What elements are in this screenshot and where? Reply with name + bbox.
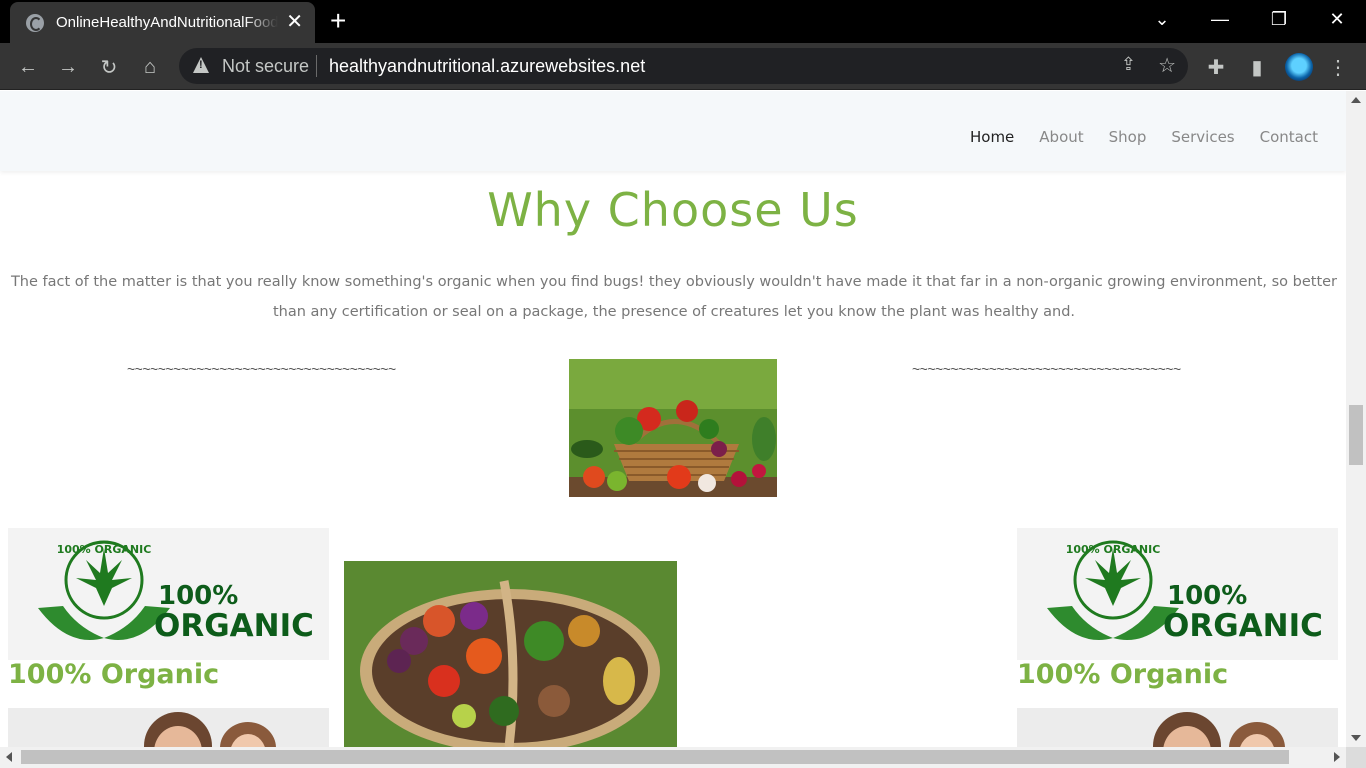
section-heading: Why Choose Us [487, 183, 859, 237]
site-navbar: Home About Shop Services Contact [0, 91, 1346, 171]
page-viewport: Home About Shop Services Contact Why Cho… [0, 91, 1346, 747]
scroll-down-arrow-icon[interactable] [1351, 735, 1361, 741]
warning-icon[interactable] [193, 57, 209, 73]
tab-title: OnlineHealthyAndNutritionalFood [56, 14, 278, 31]
organic-logo: 100% ORGANIC 100% ORGANIC [38, 540, 314, 644]
vegetable-basket-illustration [569, 359, 777, 497]
scroll-right-arrow-icon[interactable] [1334, 752, 1340, 762]
nav-about[interactable]: About [1039, 128, 1083, 146]
window-close-icon[interactable]: ✕ [1317, 0, 1357, 38]
tilde-divider-right: ~~~~~~~~~~~~~~~~~~~~~~~~~~~~~~~~~~~ [912, 361, 1181, 377]
people-image-right [1017, 708, 1338, 747]
browser-toolbar: ← → ↻ ⌂ Not secure healthyandnutritional… [0, 43, 1366, 90]
profile-avatar[interactable] [1285, 53, 1313, 81]
fruit-basket-illustration [344, 561, 677, 747]
organic-badge-card-right: 100% ORGANIC 100% ORGANIC [1017, 528, 1338, 660]
feature-title-left: 100% Organic [8, 659, 220, 690]
browser-tab-strip: OnlineHealthyAndNutritionalFood ✕ + ⌄ — … [0, 0, 1366, 43]
people-illustration [1017, 708, 1338, 747]
back-icon[interactable]: ← [13, 52, 43, 82]
scroll-up-arrow-icon[interactable] [1351, 97, 1361, 103]
nav-links: Home About Shop Services Contact [970, 128, 1318, 146]
reload-icon[interactable]: ↻ [94, 52, 124, 82]
side-panel-icon[interactable]: ▮ [1242, 52, 1272, 82]
svg-text:100%: 100% [1167, 581, 1247, 611]
share-icon[interactable]: ⇪ [1121, 54, 1136, 75]
minimize-icon[interactable]: — [1200, 0, 1240, 38]
organic-badge-card-left: 100% ORGANIC 100% ORGANIC [8, 528, 329, 660]
bookmark-star-icon[interactable]: ☆ [1158, 53, 1176, 78]
scroll-left-arrow-icon[interactable] [6, 752, 12, 762]
extensions-puzzle-icon[interactable]: ✚ [1201, 52, 1231, 82]
nav-shop[interactable]: Shop [1109, 128, 1147, 146]
new-tab-button[interactable]: + [330, 6, 346, 36]
vegetable-basket-image [569, 359, 777, 497]
vertical-scroll-thumb[interactable] [1349, 405, 1363, 465]
browser-tab[interactable]: OnlineHealthyAndNutritionalFood ✕ [10, 2, 315, 43]
horizontal-scrollbar[interactable] [0, 747, 1346, 768]
section-paragraph: The fact of the matter is that you reall… [10, 274, 1338, 320]
feature-title-right: 100% Organic [1017, 659, 1229, 690]
menu-kebab-icon[interactable]: ⋮ [1323, 52, 1353, 82]
nav-home[interactable]: Home [970, 128, 1014, 146]
address-bar[interactable]: Not secure healthyandnutritional.azurewe… [179, 48, 1188, 84]
svg-text:ORGANIC: ORGANIC [154, 608, 314, 644]
tab-close-icon[interactable]: ✕ [286, 11, 303, 33]
svg-text:100%: 100% [158, 581, 238, 611]
vertical-scrollbar[interactable] [1346, 91, 1366, 747]
forward-icon[interactable]: → [53, 52, 83, 82]
security-label[interactable]: Not secure [222, 56, 309, 77]
home-icon[interactable]: ⌂ [135, 52, 165, 82]
people-illustration [8, 708, 329, 747]
url-text[interactable]: healthyandnutritional.azurewebsites.net [329, 56, 645, 77]
tilde-divider-left: ~~~~~~~~~~~~~~~~~~~~~~~~~~~~~~~~~~~ [127, 361, 396, 377]
fruit-basket-image [344, 561, 677, 747]
tab-search-chevron-icon[interactable]: ⌄ [1142, 0, 1182, 38]
scrollbar-corner [1346, 747, 1366, 768]
organic-logo: 100% ORGANIC 100% ORGANIC [1047, 540, 1323, 644]
globe-icon [26, 13, 44, 32]
svg-text:ORGANIC: ORGANIC [1163, 608, 1323, 644]
restore-icon[interactable]: ❐ [1259, 0, 1299, 38]
nav-contact[interactable]: Contact [1260, 128, 1318, 146]
omnibox-divider [316, 55, 317, 77]
horizontal-scroll-thumb[interactable] [21, 750, 1289, 764]
nav-services[interactable]: Services [1171, 128, 1234, 146]
people-image-left [8, 708, 329, 747]
